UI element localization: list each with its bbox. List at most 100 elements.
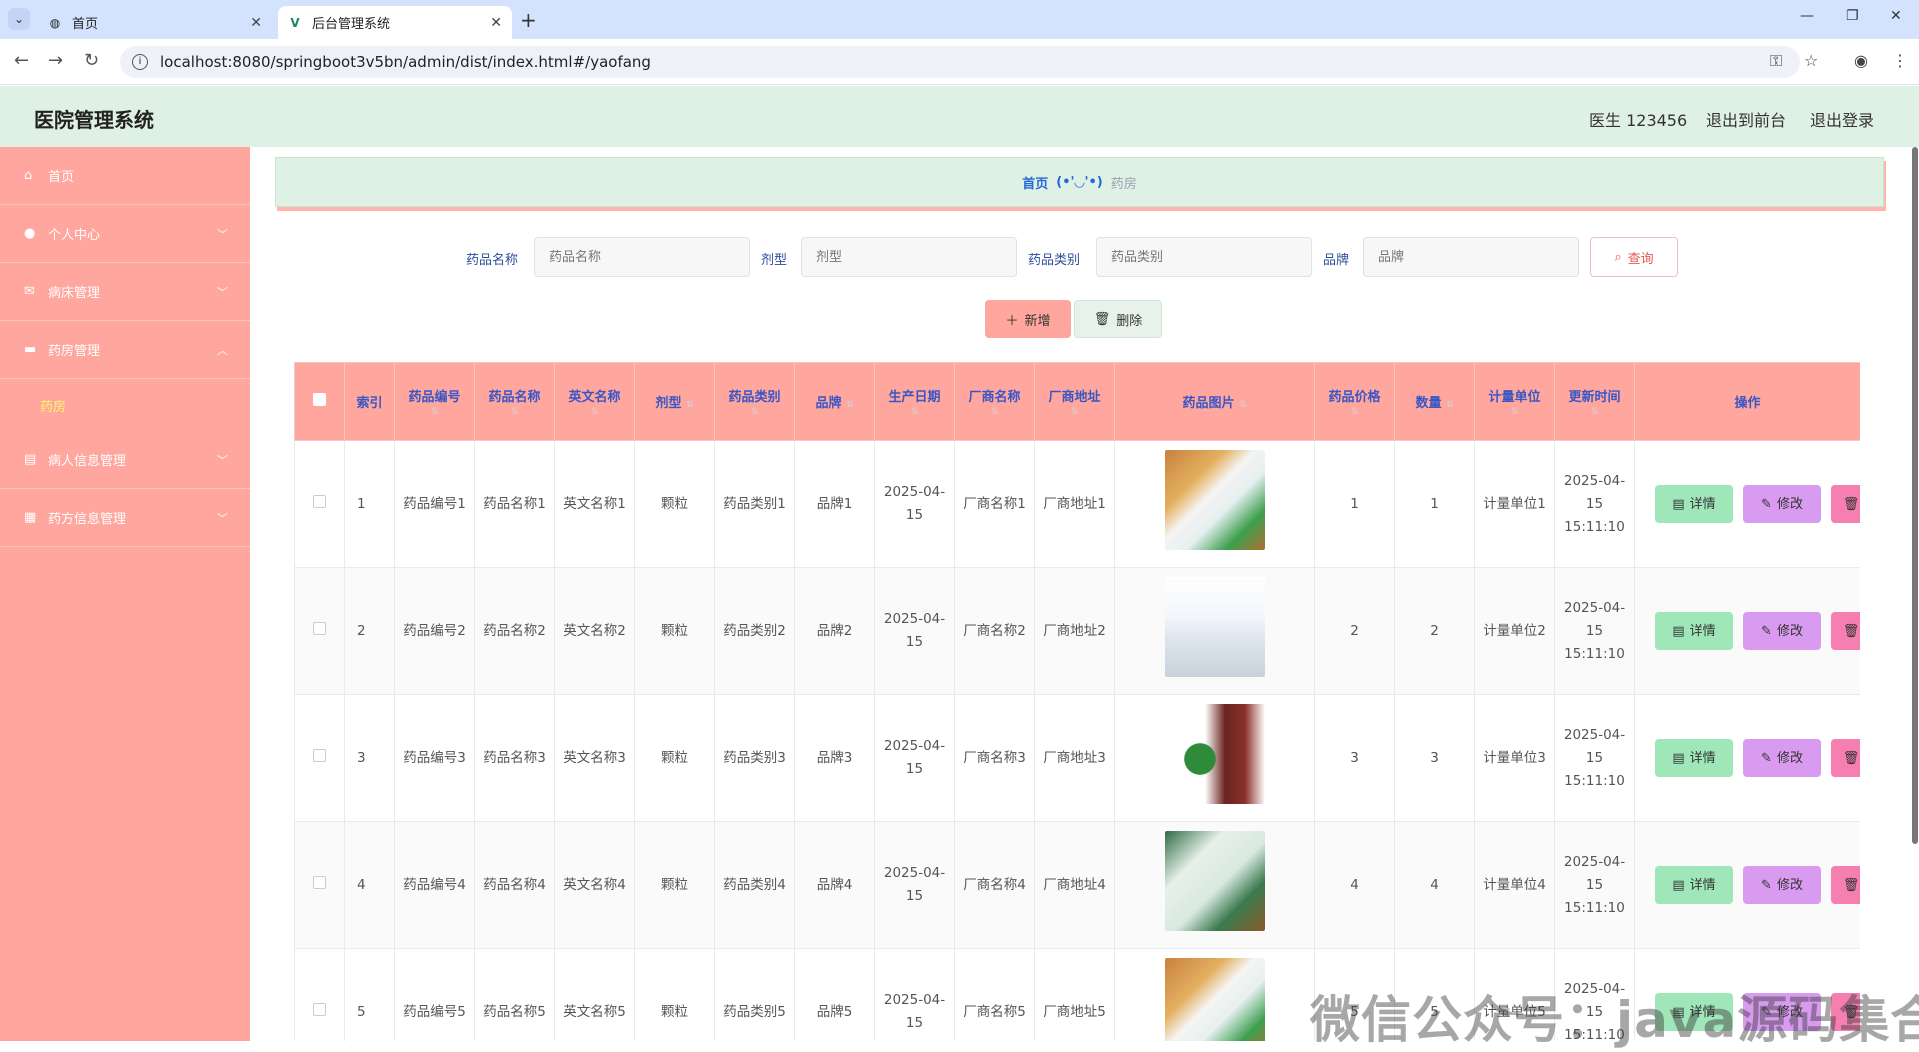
star-icon[interactable]: ☆ (1804, 51, 1818, 70)
sort-icon[interactable]: ⇅ (557, 407, 632, 417)
edit-button[interactable]: ✎ 修改 (1743, 739, 1821, 777)
sort-icon[interactable]: ⇅ (1239, 400, 1247, 410)
row-checkbox[interactable] (313, 494, 326, 508)
column-header[interactable]: 计量单位 ⇅ (1474, 362, 1555, 441)
sidebar-item-prescriptions[interactable]: ▦ 药方信息管理 ﹀ (0, 489, 250, 547)
profile-icon[interactable]: ◉ (1854, 51, 1868, 70)
drug-image[interactable] (1164, 450, 1265, 550)
row-checkbox[interactable] (313, 748, 326, 762)
batch-delete-button[interactable]: 🗑 删除 (1074, 300, 1162, 338)
delete-button[interactable]: 🗑 (1831, 485, 1860, 523)
tab-search-button[interactable]: ⌄ (8, 8, 30, 30)
column-header[interactable]: 药品价格 ⇅ (1314, 362, 1395, 441)
sort-icon[interactable]: ⇅ (477, 407, 552, 417)
sort-icon[interactable]: ⇅ (397, 407, 472, 417)
row-checkbox[interactable] (313, 875, 326, 889)
close-icon[interactable]: ✕ (250, 15, 262, 31)
column-header[interactable]: 药品名称 ⇅ (474, 362, 555, 441)
close-icon[interactable]: ✕ (490, 15, 502, 31)
sort-icon[interactable]: ⇅ (686, 400, 694, 410)
detail-button[interactable]: ▤ 详情 (1655, 866, 1733, 904)
column-header[interactable]: 厂商名称 ⇅ (954, 362, 1035, 441)
column-header[interactable]: 药品图片 ⇅ (1114, 362, 1315, 441)
column-header[interactable]: 剂型 ⇅ (634, 362, 715, 441)
sort-icon[interactable]: ⇅ (1037, 407, 1112, 417)
column-header-label: 药品编号 (408, 390, 461, 405)
site-info-icon[interactable]: i (132, 54, 148, 70)
sort-icon[interactable]: ⇅ (1446, 400, 1454, 410)
sidebar-item-home[interactable]: ⌂ 首页 (0, 147, 250, 205)
sort-icon[interactable]: ⇅ (1557, 407, 1632, 417)
column-header[interactable]: 更新时间 ⇅ (1554, 362, 1635, 441)
row-checkbox[interactable] (313, 621, 326, 635)
edit-button[interactable]: ✎ 修改 (1743, 866, 1821, 904)
delete-button[interactable]: 🗑 (1831, 612, 1860, 650)
sidebar-item-patients[interactable]: ▤ 病人信息管理 ﹀ (0, 431, 250, 489)
edit-button[interactable]: ✎ 修改 (1743, 485, 1821, 523)
logout-link[interactable]: 退出登录 (1810, 107, 1874, 131)
sort-icon[interactable]: ⇅ (1317, 407, 1392, 417)
scrollbar-thumb[interactable] (1912, 147, 1918, 844)
row-select-cell[interactable] (294, 948, 345, 1041)
column-header[interactable]: 药品编号 ⇅ (394, 362, 475, 441)
drug-image[interactable] (1164, 577, 1265, 677)
english-name-cell: 英文名称5 (554, 948, 635, 1041)
drug-image[interactable] (1164, 958, 1265, 1041)
sort-icon[interactable]: ⇅ (846, 400, 854, 410)
brand-cell: 品牌5 (794, 948, 875, 1041)
page-scrollbar[interactable] (1909, 147, 1919, 847)
column-header[interactable]: 英文名称 ⇅ (554, 362, 635, 441)
select-all-checkbox[interactable] (313, 393, 326, 406)
query-button[interactable]: ⌕ 查询 (1590, 237, 1678, 277)
reload-icon[interactable]: ↻ (84, 50, 99, 71)
browser-tab-home[interactable]: ◍ 首页 ✕ (38, 6, 272, 39)
more-icon[interactable]: ⋮ (1892, 51, 1908, 70)
key-icon[interactable]: ⚿ (1770, 51, 1782, 71)
row-select-cell[interactable] (294, 694, 345, 822)
column-header[interactable]: 生产日期 ⇅ (874, 362, 955, 441)
row-select-cell[interactable] (294, 440, 345, 568)
exit-to-front-link[interactable]: 退出到前台 (1706, 107, 1786, 131)
detail-button[interactable]: ▤ 详情 (1655, 739, 1733, 777)
close-window-icon[interactable]: ✕ (1890, 8, 1902, 24)
row-select-cell[interactable] (294, 567, 345, 695)
column-header[interactable]: 品牌 ⇅ (794, 362, 875, 441)
drug-image[interactable] (1164, 831, 1265, 931)
detail-button[interactable]: ▤ 详情 (1655, 485, 1733, 523)
restore-icon[interactable]: ❐ (1846, 8, 1859, 24)
drug-category-input[interactable] (1096, 237, 1312, 277)
column-header[interactable]: 药品类别 ⇅ (714, 362, 795, 441)
sidebar-item-pharmacy[interactable]: ▬ 药房管理 ︿ (0, 321, 250, 379)
detail-button[interactable]: ▤ 详情 (1655, 612, 1733, 650)
drug-image[interactable] (1164, 704, 1265, 804)
sort-icon[interactable]: ⇅ (877, 407, 952, 417)
drug-name-input[interactable] (534, 237, 750, 277)
select-all-header[interactable] (294, 362, 345, 441)
edit-button[interactable]: ✎ 修改 (1743, 612, 1821, 650)
delete-button[interactable]: 🗑 (1831, 866, 1860, 904)
column-header[interactable]: 数量 ⇅ (1394, 362, 1475, 441)
brand-input[interactable] (1363, 237, 1579, 277)
minimize-icon[interactable]: — (1800, 8, 1814, 24)
delete-button[interactable]: 🗑 (1831, 739, 1860, 777)
date-cell: 2025-04-15 (874, 948, 955, 1041)
column-header-label: 药品图片 (1182, 396, 1235, 411)
sort-icon[interactable]: ⇅ (1477, 407, 1552, 417)
sidebar-subitem-pharmacy[interactable]: 药房 (0, 379, 250, 431)
browser-tab-strip: ⌄ ◍ 首页 ✕ V 后台管理系统 ✕ + — ❐ ✕ (0, 0, 1919, 39)
back-icon[interactable]: ← (14, 50, 29, 71)
row-select-cell[interactable] (294, 821, 345, 949)
add-button[interactable]: ＋ 新增 (985, 300, 1071, 338)
browser-tab-admin[interactable]: V 后台管理系统 ✕ (278, 6, 512, 39)
forward-icon[interactable]: → (48, 50, 63, 71)
sidebar-item-beds[interactable]: ✉ 病床管理 ﹀ (0, 263, 250, 321)
row-checkbox[interactable] (313, 1002, 326, 1016)
new-tab-button[interactable]: + (520, 8, 537, 32)
url-field[interactable]: i localhost:8080/springboot3v5bn/admin/d… (120, 46, 1800, 78)
breadcrumb-home[interactable]: 首页 (1022, 173, 1048, 192)
column-header[interactable]: 厂商地址 ⇅ (1034, 362, 1115, 441)
dosage-form-input[interactable] (801, 237, 1017, 277)
sort-icon[interactable]: ⇅ (717, 407, 792, 417)
sort-icon[interactable]: ⇅ (957, 407, 1032, 417)
sidebar-item-personal[interactable]: ● 个人中心 ﹀ (0, 205, 250, 263)
